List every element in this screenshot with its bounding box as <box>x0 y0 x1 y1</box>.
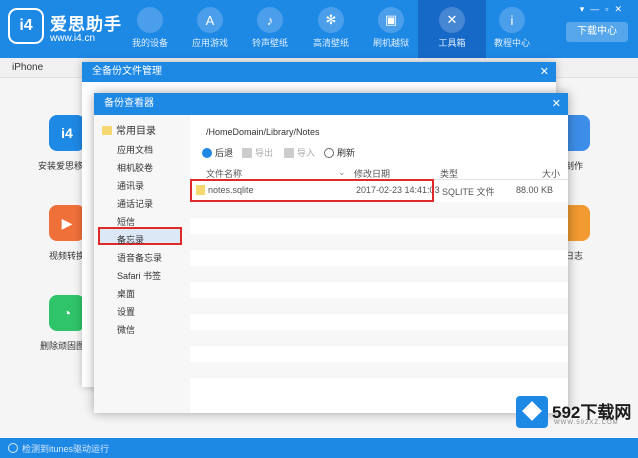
info-icon: i <box>499 7 525 33</box>
window-controls[interactable]: ▾—▫✕ <box>580 4 628 15</box>
watermark-logo: 592下载网 WWW.592XZ.COM <box>508 392 638 438</box>
download-center-button[interactable]: 下载中心 <box>566 22 628 42</box>
dialog-titlebar: 备份查看器 ✕ <box>94 93 568 115</box>
refresh-button[interactable]: 刷新 <box>324 146 355 159</box>
dialog-titlebar: 全备份文件管理 ✕ <box>82 62 556 82</box>
dialog-title: 备份查看器 <box>104 98 154 109</box>
column-type[interactable]: 类型 <box>440 167 458 180</box>
app-store-icon: A <box>197 7 223 33</box>
export-button[interactable]: 导出 <box>242 146 273 159</box>
sidebar-item-wechat[interactable]: 微信 <box>117 323 135 336</box>
nav-label: 高清壁纸 <box>312 38 349 48</box>
sidebar-item-notes[interactable]: 备忘录 <box>117 233 144 246</box>
path-breadcrumb: /HomeDomain/Library/Notes <box>206 127 320 137</box>
nav-label: 工具箱 <box>438 38 466 48</box>
column-size[interactable]: 大小 <box>542 167 560 180</box>
sidebar-item-settings[interactable]: 设置 <box>117 305 135 318</box>
directory-sidebar: 常用目录 应用文档 相机胶卷 通讯录 通话记录 短信 备忘录 语音备忘录 Saf… <box>94 115 190 413</box>
watermark-subtext: WWW.592XZ.COM <box>554 420 619 426</box>
empty-row <box>190 234 568 250</box>
file-size: 88.00 KB <box>516 185 554 195</box>
dialog-title: 全备份文件管理 <box>92 66 162 77</box>
import-button[interactable]: 导入 <box>284 146 315 159</box>
app-url: www.i4.cn <box>50 33 96 44</box>
nav-toolbox[interactable]: ✕ 工具箱 <box>418 0 486 58</box>
import-icon <box>284 148 294 158</box>
back-arrow-icon <box>202 148 212 158</box>
sidebar-item-call-log[interactable]: 通话记录 <box>117 197 153 210</box>
nav-tutorials[interactable]: i 教程中心 <box>478 0 546 58</box>
selection-highlight <box>190 179 434 202</box>
nav-flash-jailbreak[interactable]: ▣ 刷机越狱 <box>357 0 425 58</box>
cube-logo-icon <box>516 396 548 428</box>
empty-row <box>190 298 568 314</box>
empty-row <box>190 202 568 218</box>
apple-icon <box>137 7 163 33</box>
clean-icon: ◔ <box>49 295 85 331</box>
app-name: 爱思助手 <box>50 15 122 34</box>
nav-label: 应用游戏 <box>191 38 228 48</box>
nav-wallpapers[interactable]: ✻ 高清壁纸 <box>297 0 365 58</box>
tools-icon: ✕ <box>439 7 465 33</box>
close-icon[interactable]: ✕ <box>552 93 561 115</box>
sort-chevron-icon[interactable]: ⌄ <box>338 167 346 178</box>
file-list-header: 文件名称 ⌄ 修改日期 类型 大小 <box>190 166 568 180</box>
nav-label: 我的设备 <box>131 38 168 48</box>
close-icon[interactable]: ✕ <box>540 62 549 82</box>
empty-row <box>190 362 568 378</box>
nav-apps-games[interactable]: A 应用游戏 <box>176 0 244 58</box>
play-icon: ▶ <box>49 205 85 241</box>
nav-label: 铃声壁纸 <box>251 38 288 48</box>
status-icon <box>8 443 18 453</box>
folder-icon <box>102 126 112 135</box>
logo-icon: i4 <box>8 8 44 44</box>
top-bar: i4 爱思助手 www.i4.cn 我的设备 A 应用游戏 ♪ 铃声壁纸 ✻ 高… <box>0 0 638 58</box>
sidebar-item-sms[interactable]: 短信 <box>117 215 135 228</box>
sidebar-item-safari-bookmarks[interactable]: Safari 书签 <box>117 269 161 282</box>
sidebar-item-camera-roll[interactable]: 相机胶卷 <box>117 161 153 174</box>
sidebar-item-voice-memos[interactable]: 语音备忘录 <box>117 251 162 264</box>
nav-label: 刷机越狱 <box>372 38 409 48</box>
backup-viewer-dialog: 备份查看器 ✕ 常用目录 应用文档 相机胶卷 通讯录 通话记录 短信 备忘录 语… <box>94 93 568 413</box>
back-button[interactable]: 后退 <box>202 146 233 159</box>
nav-my-device[interactable]: 我的设备 <box>116 0 184 58</box>
device-label[interactable]: iPhone <box>12 62 43 73</box>
sidebar-item-desktop[interactable]: 桌面 <box>117 287 135 300</box>
sidebar-item-contacts[interactable]: 通讯录 <box>117 179 144 192</box>
nav-label: 教程中心 <box>493 38 530 48</box>
empty-row <box>190 266 568 282</box>
nav-ringtones[interactable]: ♪ 铃声壁纸 <box>236 0 304 58</box>
refresh-icon <box>324 148 334 158</box>
empty-row <box>190 330 568 346</box>
snowflake-icon: ✻ <box>318 7 344 33</box>
box-icon: ▣ <box>378 7 404 33</box>
i4-app-icon: i4 <box>49 115 85 151</box>
status-bar: 检测到itunes驱动运行 <box>0 438 638 458</box>
sidebar-header: 常用目录 <box>102 122 156 137</box>
export-icon <box>242 148 252 158</box>
file-type: SQLITE 文件 <box>442 187 495 197</box>
status-text: 检测到itunes驱动运行 <box>22 444 110 454</box>
bell-icon: ♪ <box>257 7 283 33</box>
sidebar-item-app-docs[interactable]: 应用文档 <box>117 143 153 156</box>
